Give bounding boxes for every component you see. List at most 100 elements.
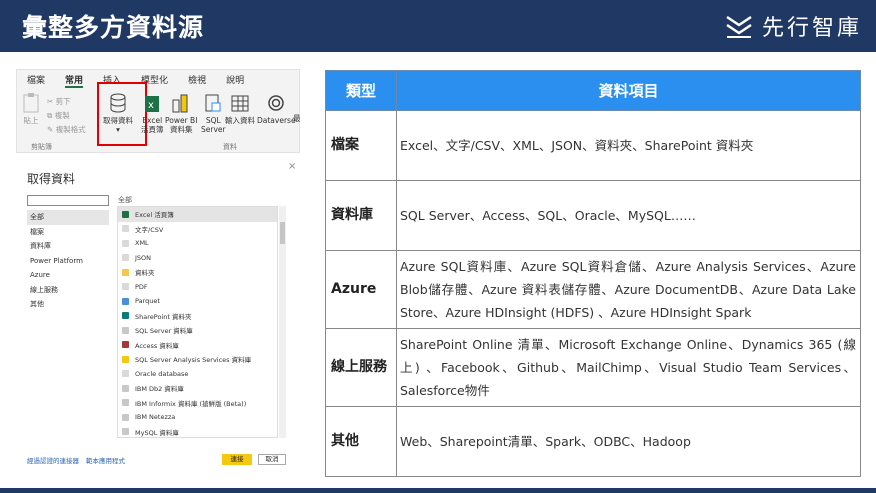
source-label: MySQL 資料庫	[135, 428, 179, 437]
sources-header: 全部	[118, 196, 132, 204]
scrollbar-thumb[interactable]	[280, 222, 285, 244]
row-type: 線上服務	[325, 328, 397, 407]
row-items: SharePoint Online 清單、Microsoft Exchange …	[396, 328, 861, 407]
sql-server-button[interactable]: SQL Server	[201, 92, 226, 134]
dataverse-button[interactable]: Dataverse	[257, 92, 296, 125]
source-icon	[122, 413, 129, 421]
powerbi-label-1: Power BI	[165, 116, 198, 125]
source-label: SQL Server Analysis Services 資料庫	[135, 356, 252, 365]
source-item[interactable]: XML	[118, 236, 277, 251]
format-painter-button[interactable]: ✎ 複製格式	[47, 124, 86, 135]
source-item[interactable]: SQL Server Analysis Services 資料庫	[118, 352, 277, 367]
powerbi-dataset-button[interactable]: Power BI 資料集	[165, 92, 197, 134]
copy-label: 複製	[54, 111, 70, 120]
source-icon	[122, 384, 129, 392]
source-scrollbar[interactable]	[279, 206, 286, 438]
header-items: 資料項目	[396, 70, 861, 111]
row-type: 資料庫	[325, 180, 397, 251]
source-icon	[122, 283, 129, 291]
brush-icon: ✎	[47, 125, 54, 134]
category-file[interactable]: 檔案	[27, 225, 109, 240]
sql-server-icon	[205, 94, 221, 112]
connect-button[interactable]: 連接	[222, 454, 252, 465]
source-label: Access 資料庫	[135, 341, 179, 350]
excel-icon: x	[145, 96, 160, 112]
source-item[interactable]: IBM Informix 資料庫 (搶鮮版 (Beta))	[118, 396, 277, 411]
source-item[interactable]: 資料夾	[118, 265, 277, 280]
cut-label: 剪下	[55, 97, 71, 106]
close-icon[interactable]: ×	[288, 161, 296, 172]
category-other[interactable]: 其他	[27, 297, 109, 312]
paste-button[interactable]: 貼上	[21, 92, 41, 125]
excel-workbook-button[interactable]: x Excel 活頁簿	[141, 92, 164, 134]
source-item[interactable]: PDF	[118, 280, 277, 295]
category-search-input[interactable]	[27, 195, 109, 206]
tab-view[interactable]: 檢視	[188, 73, 206, 88]
logo-text: 先行智庫	[761, 16, 862, 41]
tab-file[interactable]: 檔案	[27, 73, 45, 88]
excel-label-2: 活頁簿	[141, 125, 164, 134]
source-item[interactable]: Excel 活頁簿	[118, 207, 277, 222]
source-list: Excel 活頁簿 文字/CSV XML JSON 資料夾 PDF Parquet Share…	[117, 206, 278, 438]
cut-button[interactable]: ✂ 剪下	[47, 96, 71, 107]
table-header-row: 類型 資料項目	[325, 70, 861, 111]
more-button[interactable]: 最	[293, 114, 301, 123]
copy-icon: ⧉	[47, 111, 53, 120]
row-items: Web、Sharepoint清單、Spark、ODBC、Hadoop	[396, 406, 861, 477]
sql-label-2: Server	[201, 125, 226, 134]
title-bar: 彙整多方資料源 先行智庫	[0, 0, 876, 52]
logo-icon	[726, 15, 752, 38]
source-item[interactable]: SQL Server 資料庫	[118, 323, 277, 338]
paste-label: 貼上	[23, 116, 39, 125]
powerbi-label-2: 資料集	[169, 125, 193, 134]
ribbon: 檔案 常用 插入 模型化 檢視 說明 貼上 ✂ 剪下 ⧉ 複製 ✎ 複製格式 剪…	[16, 69, 301, 153]
format-painter-label: 複製格式	[55, 125, 86, 134]
header-type: 類型	[325, 70, 397, 111]
source-item[interactable]: SharePoint 資料夾	[118, 309, 277, 324]
source-item[interactable]: IBM Netezza	[118, 410, 277, 425]
category-all[interactable]: 全部	[27, 210, 109, 225]
sql-label-1: SQL	[205, 116, 221, 125]
enter-data-button[interactable]: 輸入資料	[225, 92, 255, 125]
source-icon	[122, 239, 129, 247]
source-icon	[122, 428, 129, 436]
enter-data-label: 輸入資料	[225, 116, 255, 125]
category-database[interactable]: 資料庫	[27, 239, 109, 254]
row-type: 其他	[325, 406, 397, 477]
certified-connectors-link[interactable]: 經過認證的連接器	[27, 455, 79, 465]
category-azure[interactable]: Azure	[27, 268, 109, 283]
source-icon	[122, 297, 129, 305]
cancel-button[interactable]: 取消	[258, 454, 286, 465]
row-items: Azure SQL資料庫、Azure SQL資料倉儲、Azure Analysi…	[396, 250, 861, 329]
table-row: 其他 Web、Sharepoint清單、Spark、ODBC、Hadoop	[325, 406, 861, 477]
source-icon	[122, 370, 129, 378]
brand-logo: 先行智庫	[724, 10, 862, 42]
source-icon	[122, 399, 129, 407]
source-icon	[122, 355, 129, 363]
row-type: Azure	[325, 250, 397, 329]
tab-home[interactable]: 常用	[65, 73, 84, 88]
source-item[interactable]: MySQL 資料庫	[118, 425, 277, 438]
get-data-highlight	[97, 82, 147, 146]
category-power-platform[interactable]: Power Platform	[27, 254, 109, 269]
source-item[interactable]: Access 資料庫	[118, 338, 277, 353]
source-item[interactable]: Parquet	[118, 294, 277, 309]
table-row: Azure Azure SQL資料庫、Azure SQL資料倉儲、Azure A…	[325, 250, 861, 329]
footer-bar	[0, 488, 876, 493]
tab-help[interactable]: 說明	[226, 73, 244, 88]
source-label: 資料夾	[135, 269, 155, 278]
source-item[interactable]: JSON	[118, 251, 277, 266]
source-icon	[122, 326, 129, 334]
source-item[interactable]: 文字/CSV	[118, 222, 277, 237]
category-online-services[interactable]: 線上服務	[27, 283, 109, 298]
source-label: SQL Server 資料庫	[135, 327, 193, 336]
source-label: IBM Netezza	[135, 413, 176, 422]
dialog-title: 取得資料	[27, 172, 76, 186]
source-item[interactable]: Oracle database	[118, 367, 277, 382]
clipboard-group-label: 剪貼簿	[31, 143, 52, 151]
row-items: SQL Server、Access、SQL、Oracle、MySQL……	[396, 180, 861, 251]
source-item[interactable]: IBM Db2 資料庫	[118, 381, 277, 396]
template-apps-link[interactable]: 範本應用程式	[86, 455, 125, 465]
source-icon	[122, 225, 129, 233]
copy-button[interactable]: ⧉ 複製	[47, 110, 70, 121]
